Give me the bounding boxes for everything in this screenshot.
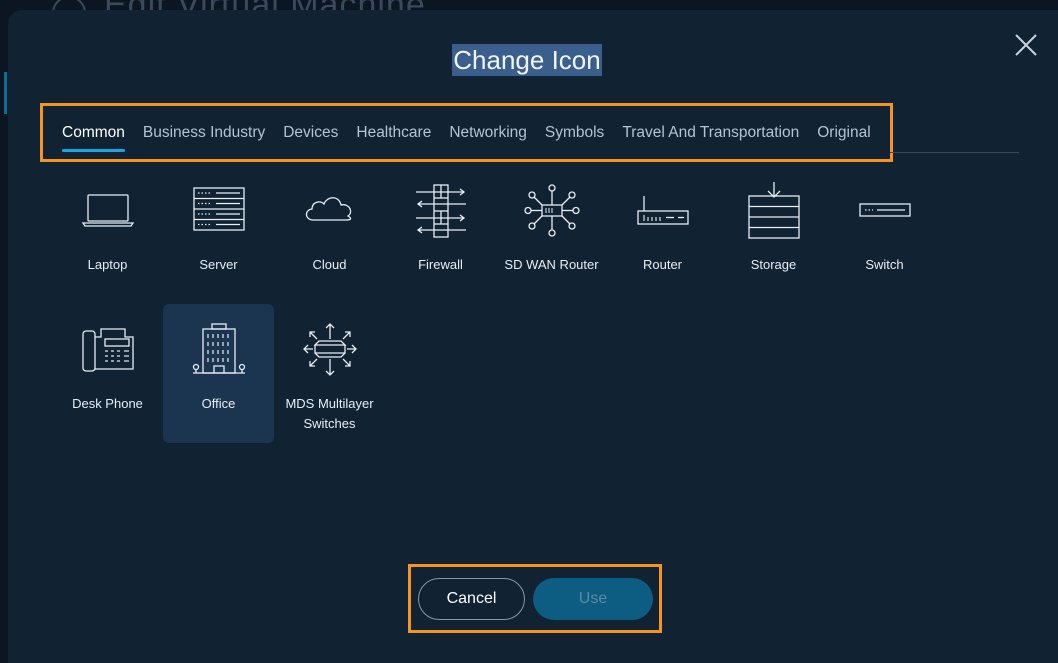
- use-button[interactable]: Use: [533, 578, 653, 620]
- server-icon: [192, 187, 245, 231]
- dialog-title-row: Change Icon: [0, 44, 1054, 76]
- tab-common[interactable]: Common: [53, 106, 134, 159]
- tab-business-industry[interactable]: Business Industry: [134, 106, 274, 159]
- dialog-title: Change Icon: [452, 44, 602, 76]
- icon-grid: Laptop Server Cloud Firewall SD WAN Rout…: [52, 165, 940, 443]
- office-icon: [192, 323, 245, 374]
- router-icon: [636, 196, 689, 225]
- cloud-icon: [305, 197, 351, 221]
- icon-option-desk-phone[interactable]: Desk Phone: [52, 304, 163, 443]
- backdrop-accent: [4, 72, 7, 114]
- icon-label: MDS Multilayer Switches: [285, 396, 374, 431]
- icon-label: Server: [199, 257, 238, 272]
- tabs-divider: [890, 152, 1019, 153]
- cancel-button[interactable]: Cancel: [418, 578, 525, 620]
- switch-icon: [858, 203, 911, 217]
- tab-healthcare[interactable]: Healthcare: [347, 106, 440, 159]
- icon-label: Desk Phone: [72, 396, 143, 411]
- icon-option-router[interactable]: Router: [607, 165, 718, 304]
- icon-option-laptop[interactable]: Laptop: [52, 165, 163, 304]
- storage-icon: [747, 182, 800, 239]
- tab-devices[interactable]: Devices: [274, 106, 347, 159]
- icon-label: Switch: [865, 257, 904, 272]
- icon-option-storage[interactable]: Storage: [718, 165, 829, 304]
- icon-label: Laptop: [87, 257, 128, 272]
- icon-option-office[interactable]: Office: [163, 304, 274, 443]
- desk-phone-icon: [81, 328, 134, 372]
- tab-travel-and-transportation[interactable]: Travel And Transportation: [613, 106, 808, 159]
- laptop-icon: [81, 194, 134, 227]
- icon-option-cloud[interactable]: Cloud: [274, 165, 385, 304]
- firewall-icon: [415, 184, 466, 238]
- sd-wan-router-icon: [523, 184, 580, 237]
- icon-option-mds-multilayer-switches[interactable]: MDS Multilayer Switches: [274, 304, 385, 443]
- icon-label: SD WAN Router: [504, 257, 599, 272]
- tab-symbols[interactable]: Symbols: [536, 106, 613, 159]
- icon-option-server[interactable]: Server: [163, 165, 274, 304]
- icon-category-tabs: Common Business Industry Devices Healthc…: [40, 103, 893, 162]
- icon-label: Office: [201, 396, 236, 411]
- icon-option-sd-wan-router[interactable]: SD WAN Router: [496, 165, 607, 304]
- tab-networking[interactable]: Networking: [440, 106, 536, 159]
- mds-multilayer-switches-icon: [302, 323, 357, 376]
- icon-label: Storage: [750, 257, 797, 272]
- icon-option-switch[interactable]: Switch: [829, 165, 940, 304]
- icon-label: Cloud: [312, 257, 347, 272]
- icon-label: Firewall: [418, 257, 463, 272]
- icon-label: Router: [642, 257, 683, 272]
- icon-option-firewall[interactable]: Firewall: [385, 165, 496, 304]
- tab-original[interactable]: Original: [808, 106, 879, 159]
